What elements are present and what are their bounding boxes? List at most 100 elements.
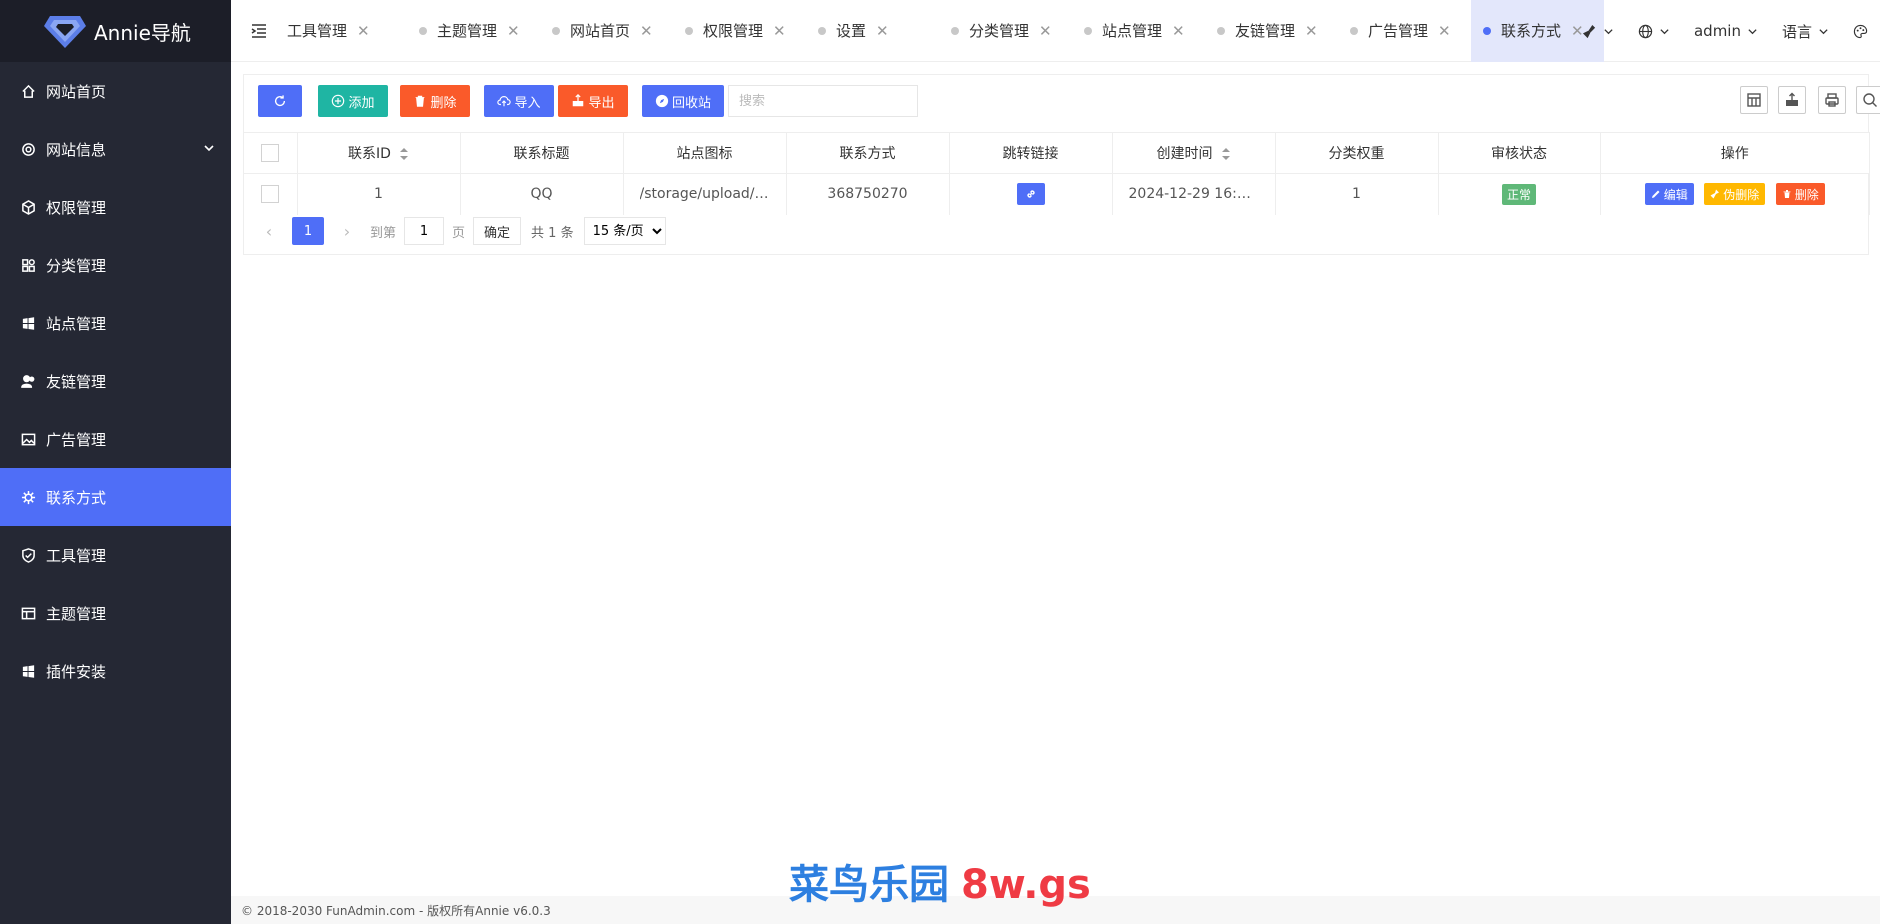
home-icon	[20, 83, 36, 99]
column-header: 操作	[1600, 132, 1870, 174]
sidebar-item-permissions[interactable]: 权限管理	[0, 178, 231, 236]
column-header: 站点图标	[623, 132, 787, 174]
current-page[interactable]: 1	[292, 217, 324, 245]
import-button[interactable]: 导入	[484, 85, 554, 117]
row-delete-button[interactable]: 删除	[1775, 183, 1825, 206]
tab-dot	[1084, 26, 1092, 35]
column-label: 创建时间	[1156, 146, 1213, 162]
sort-icon[interactable]	[399, 147, 409, 161]
close-icon[interactable]: ✕	[1039, 22, 1052, 40]
cloud-upload-icon	[497, 96, 512, 107]
add-button[interactable]: 添加	[318, 85, 388, 117]
column-header[interactable]: 创建时间	[1112, 132, 1276, 174]
chevron-down-icon	[1748, 28, 1757, 34]
sidebar-item-plugins[interactable]: 插件安装	[0, 642, 231, 700]
tab-label: 友链管理	[1235, 22, 1296, 40]
sidebar-item-categories[interactable]: 分类管理	[0, 236, 231, 294]
search-toggle-button[interactable]	[1856, 86, 1880, 114]
search-input[interactable]	[728, 85, 918, 117]
header-checkbox-cell	[244, 132, 298, 174]
tab-tools[interactable]: 工具管理 ✕	[287, 0, 407, 62]
sidebar-item-sites[interactable]: 站点管理	[0, 294, 231, 352]
windows-icon	[20, 315, 36, 331]
next-page-button[interactable]: ›	[332, 222, 362, 241]
page-size-select[interactable]: 15 条/页	[583, 217, 666, 245]
sidebar-item-ads[interactable]: 广告管理	[0, 410, 231, 468]
tab-label: 分类管理	[969, 22, 1030, 40]
sort-icon[interactable]	[1221, 147, 1231, 161]
created-text: 2024-12-29 16:1...	[1128, 186, 1259, 203]
tab-permissions[interactable]: 权限管理 ✕	[673, 0, 806, 62]
prev-page-button[interactable]: ‹	[254, 222, 284, 241]
confirm-page-button[interactable]: 确定	[473, 217, 522, 245]
close-icon[interactable]: ✕	[1172, 22, 1185, 40]
sidebar-item-home[interactable]: 网站首页	[0, 62, 231, 120]
export-table-button[interactable]	[1778, 86, 1806, 114]
language-menu[interactable]: 语言	[1770, 0, 1841, 62]
site-menu-button[interactable]	[1626, 0, 1682, 62]
sidebar-item-site-info[interactable]: 网站信息	[0, 120, 231, 178]
close-icon[interactable]: ✕	[357, 22, 370, 40]
column-label: 联系方式	[839, 146, 896, 162]
column-label: 联系标题	[513, 146, 570, 162]
gear-icon	[20, 141, 36, 157]
diamond-logo-icon	[44, 16, 86, 48]
delete-button[interactable]: 删除	[400, 85, 470, 117]
user-menu[interactable]: admin	[1682, 0, 1770, 62]
logo[interactable]: Annie导航	[0, 0, 231, 62]
total-count: 共 1 条	[531, 225, 574, 241]
close-icon[interactable]: ✕	[773, 22, 786, 40]
tab-sites[interactable]: 站点管理 ✕	[1072, 0, 1205, 62]
sidebar-menu: 网站首页 网站信息 权限管理 分类管理 站点管理 友链管理 广告管理 联系方式 …	[0, 62, 231, 700]
export-icon	[1786, 92, 1798, 106]
sidebar-item-themes[interactable]: 主题管理	[0, 584, 231, 642]
close-icon[interactable]: ✕	[507, 22, 520, 40]
clear-cache-button[interactable]	[1570, 0, 1626, 62]
sidebar-item-friend-links[interactable]: 友链管理	[0, 352, 231, 410]
print-button[interactable]	[1818, 86, 1846, 114]
language-label: 语言	[1781, 22, 1812, 41]
edit-button[interactable]: 编辑	[1644, 183, 1694, 206]
sidebar-item-label: 广告管理	[46, 430, 107, 449]
column-label: 审核状态	[1491, 146, 1547, 162]
refresh-button[interactable]	[258, 85, 302, 117]
column-filter-button[interactable]	[1740, 86, 1768, 114]
tab-friend-links[interactable]: 友链管理 ✕	[1205, 0, 1338, 62]
close-icon[interactable]: ✕	[640, 22, 653, 40]
pagination: ‹ 1 › 到第 页 确定 共 1 条 15 条/页	[244, 207, 1868, 255]
column-header[interactable]: 联系ID	[297, 132, 461, 174]
tab-dot	[818, 26, 826, 35]
tab-ads[interactable]: 广告管理 ✕	[1338, 0, 1471, 62]
sidebar-item-tools[interactable]: 工具管理	[0, 526, 231, 584]
column-header: 分类权重	[1275, 132, 1439, 174]
close-icon[interactable]: ✕	[876, 22, 889, 40]
app-title: Annie导航	[94, 20, 191, 45]
tab-settings[interactable]: 设置 ✕	[806, 0, 939, 62]
sidebar-item-contacts[interactable]: 联系方式	[0, 468, 231, 526]
theme-button[interactable]	[1841, 0, 1880, 62]
icon-path-text: /storage/upload/2...	[639, 186, 770, 203]
select-all-checkbox[interactable]	[261, 144, 280, 162]
pencil-icon	[1651, 190, 1660, 199]
plus-circle-icon	[332, 94, 345, 108]
soft-delete-button[interactable]: 伪删除	[1704, 183, 1766, 206]
recycle-bin-button[interactable]: 回收站	[642, 85, 724, 117]
table-card: 添加 删除 导入 导出 回收站 搜索 联系ID 联系标题 站点图标 联系方式 跳…	[243, 74, 1880, 255]
tab-themes[interactable]: 主题管理 ✕	[407, 0, 540, 62]
export-button[interactable]: 导出	[558, 85, 628, 117]
shield-icon	[20, 547, 36, 563]
open-link-button[interactable]	[1016, 183, 1045, 206]
username: admin	[1693, 22, 1741, 40]
menu-fold-button[interactable]	[231, 0, 287, 62]
tab-dot	[685, 26, 693, 35]
row-delete-label: 删除	[1794, 187, 1819, 202]
tab-categories[interactable]: 分类管理 ✕	[939, 0, 1072, 62]
row-checkbox[interactable]	[261, 185, 280, 204]
page-input[interactable]	[404, 217, 445, 245]
sidebar-item-label: 站点管理	[46, 314, 107, 333]
close-icon[interactable]: ✕	[1305, 22, 1318, 40]
sidebar-item-label: 联系方式	[46, 488, 107, 507]
close-icon[interactable]: ✕	[1438, 22, 1451, 40]
tab-dot	[552, 26, 560, 35]
tab-home[interactable]: 网站首页 ✕	[540, 0, 673, 62]
